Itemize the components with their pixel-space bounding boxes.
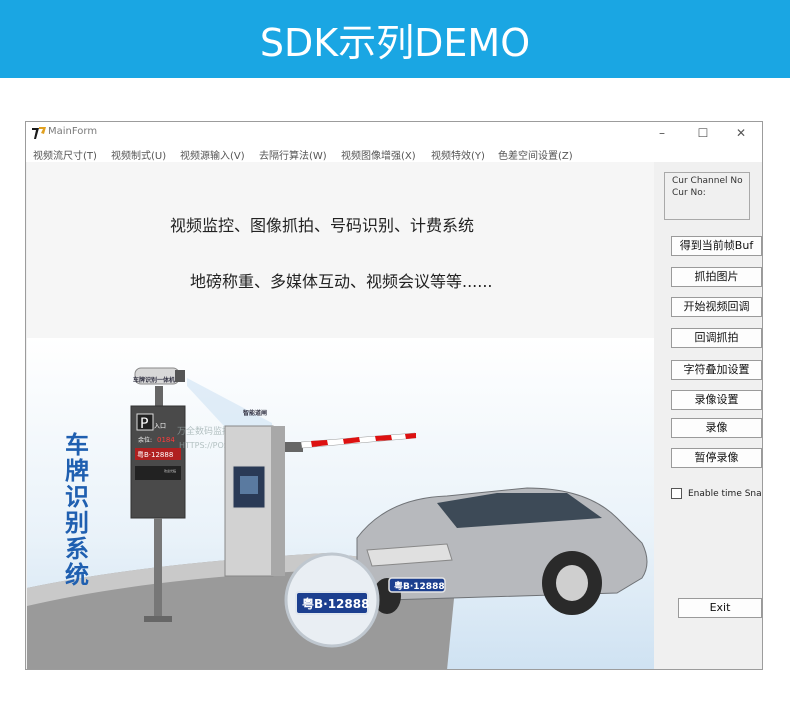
car: 粤B·12888 [356, 487, 648, 615]
cur-channel-label: Cur Channel No [672, 176, 743, 186]
recording-settings-button[interactable]: 录像设置 [671, 390, 762, 410]
sign-small: 欢迎光临 [164, 468, 176, 473]
minimize-button[interactable]: – [648, 124, 676, 142]
channel-info-group: Cur Channel No Cur No: [664, 172, 750, 220]
window-title: MainForm [48, 126, 98, 137]
menu-video-standard[interactable]: 视频制式(U) [111, 147, 166, 162]
menu-color-space[interactable]: 色差空间设置(Z) [498, 147, 573, 162]
capture-image-button[interactable]: 抓拍图片 [671, 267, 762, 287]
zoom-plate: 粤B·12888 [302, 596, 369, 611]
menu-video-effects[interactable]: 视频特效(Y) [431, 147, 485, 162]
barrier-arm [285, 432, 417, 452]
get-frame-buffer-button[interactable]: 得到当前帧Buf [671, 236, 762, 256]
header-banner: SDK示列DEMO [0, 0, 790, 78]
app-icon [32, 127, 46, 139]
enable-time-snap-option[interactable]: Enable time Snap [671, 488, 763, 499]
menu-image-enhance[interactable]: 视频图像增强(X) [341, 147, 416, 162]
video-display[interactable]: 视频监控、图像抓拍、号码识别、计费系统 地磅称重、多媒体互动、视频会议等等...… [27, 162, 654, 669]
watermark: 万全数码监控 [177, 425, 231, 437]
sign-entry: 入口 [154, 423, 166, 430]
menu-video-size[interactable]: 视频流尺寸(T) [33, 147, 97, 162]
menu-deinterlace[interactable]: 去隔行算法(W) [259, 147, 327, 162]
record-button[interactable]: 录像 [671, 418, 762, 438]
sign-count: 0184 [157, 436, 175, 444]
enable-time-snap-checkbox[interactable] [671, 488, 682, 499]
sign-remaining: 余位: [138, 436, 152, 444]
title-bar[interactable]: MainForm – ☐ ✕ [26, 122, 762, 144]
callback-capture-button[interactable]: 回调抓拍 [671, 328, 762, 348]
control-panel: Cur Channel No Cur No: 得到当前帧Buf 抓拍图片 开始视… [655, 162, 763, 669]
sign-p: P [140, 416, 148, 432]
tagline-line2: 地磅称重、多媒体互动、视频会议等等...... [190, 272, 493, 291]
menu-bar: 视频流尺寸(T) 视频制式(U) 视频源输入(V) 去隔行算法(W) 视频图像增… [26, 144, 762, 162]
start-video-callback-button[interactable]: 开始视频回调 [671, 297, 762, 317]
sign-plate: 粤B·12888 [137, 450, 173, 459]
exit-button[interactable]: Exit [678, 598, 762, 618]
parking-scene: P 入口 余位: 0184 粤B·12888 欢迎光临 万全数码监控 HTTPS… [27, 367, 648, 669]
banner-title: SDK示列DEMO [259, 20, 531, 65]
enable-time-snap-label: Enable time Snap [688, 488, 763, 499]
close-button[interactable]: ✕ [727, 124, 755, 142]
pause-recording-button[interactable]: 暂停录像 [671, 448, 762, 468]
watermark-url: HTTPS://POS [179, 441, 229, 450]
car-plate: 粤B·12888 [394, 580, 445, 592]
cur-no-label: Cur No: [672, 188, 706, 198]
menu-video-source[interactable]: 视频源输入(V) [180, 147, 245, 162]
main-window: MainForm – ☐ ✕ 视频流尺寸(T) 视频制式(U) 视频源输入(V)… [25, 121, 763, 670]
side-title: 车牌识别系统 [65, 431, 89, 589]
text-overlay-settings-button[interactable]: 字符叠加设置 [671, 360, 762, 380]
tagline-line1: 视频监控、图像抓拍、号码识别、计费系统 [170, 216, 475, 235]
label-camera: 车牌识别一体机 [133, 377, 176, 384]
label-gate: 智能道闸 [243, 410, 268, 417]
maximize-button[interactable]: ☐ [689, 124, 717, 142]
